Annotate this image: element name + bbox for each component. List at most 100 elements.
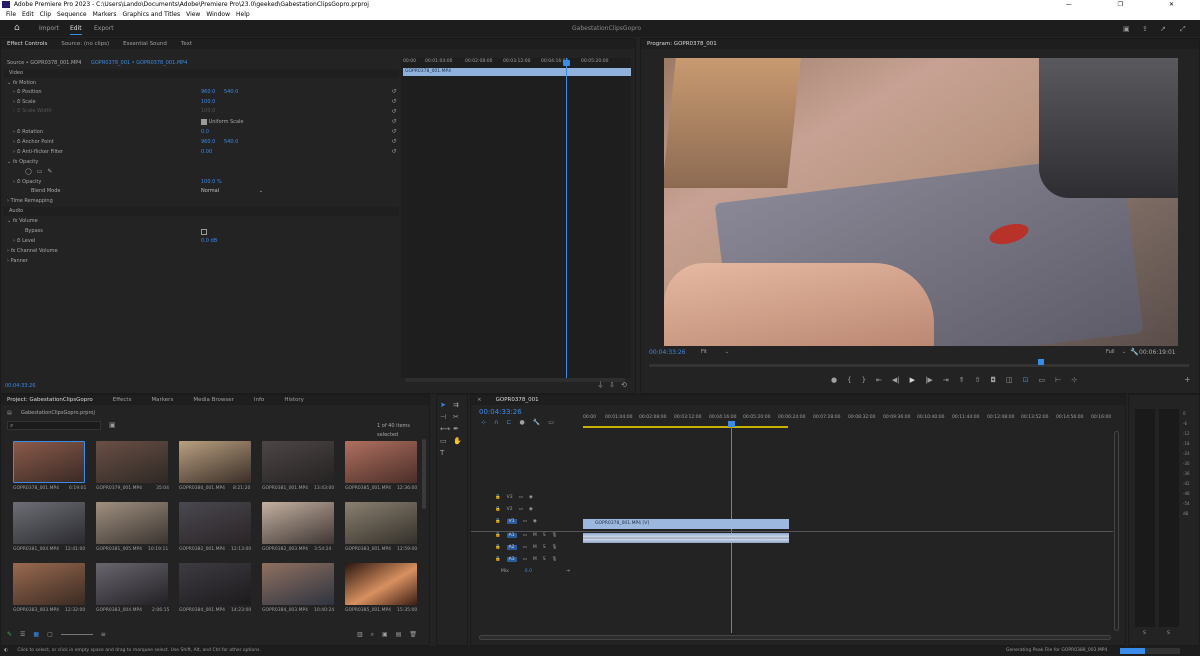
ec-current-time[interactable]: 00:04:33:26 <box>5 382 36 391</box>
go-to-in-icon[interactable]: ⇤ <box>876 376 882 384</box>
clip-thumbnail[interactable] <box>96 502 168 544</box>
ec-scroll[interactable] <box>405 378 625 382</box>
sync-icon[interactable]: ▭ <box>523 557 527 562</box>
clip-thumbnail[interactable] <box>345 502 417 544</box>
stopwatch-icon[interactable]: › ⏱ <box>13 129 22 135</box>
pen-mask-icon[interactable]: ✎ <box>47 168 57 175</box>
mark-in-icon[interactable]: { <box>847 376 851 384</box>
tab-markers[interactable]: Markers <box>151 395 173 405</box>
clip-thumbnail[interactable] <box>13 563 85 605</box>
work-area-bar[interactable] <box>583 426 788 428</box>
track-v2[interactable]: 🔒 V2 ▭ ◉ <box>495 507 533 512</box>
play-icon[interactable]: ▶ <box>910 376 915 384</box>
rectangle-icon[interactable]: ▭ <box>440 437 453 445</box>
pencil-icon[interactable]: ✎ <box>7 631 12 638</box>
reset-icon[interactable]: ↺ <box>390 88 398 98</box>
share-icon[interactable]: ⇪ <box>1142 25 1148 33</box>
quick-export-icon[interactable]: ↗ <box>1160 25 1166 33</box>
menu-window[interactable]: Window <box>206 11 230 18</box>
track-a3[interactable]: 🔒 A3 ▭ M S 🎙 <box>495 557 557 562</box>
antiflicker-value[interactable]: 0.00 <box>201 148 212 157</box>
track-v3[interactable]: 🔒 V3 ▭ ◉ <box>495 495 533 500</box>
mic-icon[interactable]: 🎙 <box>552 557 558 562</box>
wrench-icon[interactable]: 🔧 <box>1130 348 1139 356</box>
position-x[interactable]: 960.0 <box>201 88 215 97</box>
settings-wrench-icon[interactable]: 🔧 <box>533 419 540 426</box>
selection-tool-icon[interactable]: ➤ <box>440 401 453 409</box>
tab-info[interactable]: Info <box>254 395 264 405</box>
list-view-icon[interactable]: ☰ <box>20 631 25 638</box>
minimize-button[interactable]: — <box>1066 1 1094 8</box>
type-tool-icon[interactable]: T <box>440 449 453 457</box>
zoom-slider[interactable] <box>60 631 93 635</box>
solo-button[interactable]: S <box>543 533 546 538</box>
tab-project[interactable]: Project: GabestationClipsGopro <box>7 395 93 405</box>
add-marker-icon[interactable]: ● <box>831 376 837 384</box>
menu-file[interactable]: File <box>6 11 16 18</box>
add-marker-icon[interactable]: ● <box>519 419 524 426</box>
mute-button[interactable]: M <box>533 557 537 562</box>
stopwatch-icon[interactable]: › ⏱ <box>13 89 22 95</box>
stopwatch-icon[interactable]: › ⏱ <box>13 139 22 145</box>
scale-value[interactable]: 100.0 <box>201 98 215 107</box>
tab-source[interactable]: Source: (no clips) <box>61 39 109 49</box>
project-search[interactable]: ⌕ <box>7 421 101 430</box>
fit-select[interactable]: Fit ⌄ <box>701 348 729 357</box>
maximize-button[interactable]: ❐ <box>1118 1 1145 8</box>
mute-button[interactable]: M <box>533 533 537 538</box>
menu-markers[interactable]: Markers <box>93 11 117 18</box>
menu-help[interactable]: Help <box>236 11 250 18</box>
eye-icon[interactable]: ◉ <box>533 519 537 524</box>
transmit-icon[interactable]: ⊹ <box>1071 376 1077 384</box>
clip-label[interactable]: GOPR0378_001 • GOPR0378_001.MP4 <box>91 59 187 68</box>
eye-icon[interactable]: ◉ <box>529 507 533 512</box>
reset-icon[interactable]: ↺ <box>390 108 398 118</box>
program-playhead-handle[interactable] <box>1038 359 1044 365</box>
new-item-icon[interactable]: ▤ <box>396 631 402 639</box>
clip-thumbnail[interactable] <box>179 563 251 605</box>
track-a1[interactable]: 🔒 A1 ▭ M S 🎙 <box>495 533 557 538</box>
slip-icon[interactable]: ⟷ <box>440 425 453 433</box>
sync-icon[interactable]: ▭ <box>523 519 527 524</box>
menu-view[interactable]: View <box>186 11 200 18</box>
home-icon[interactable]: ⌂ <box>14 24 20 33</box>
ec-clip-bar[interactable]: GOPR0378_001.MP4 <box>403 68 631 76</box>
lift-icon[interactable]: ⇑ <box>959 376 965 384</box>
timeline-h-scroll[interactable] <box>479 635 1111 640</box>
meter-solo-left[interactable]: S <box>1143 631 1146 636</box>
mark-out-icon[interactable]: } <box>862 376 866 384</box>
mute-button[interactable]: M <box>533 545 537 550</box>
lock-icon[interactable]: 🔒 <box>495 507 501 512</box>
filter-icon[interactable]: ⏚ <box>597 381 604 389</box>
go-to-end-icon[interactable]: ⇥ <box>566 569 570 574</box>
icon-view-icon[interactable]: ▦ <box>33 631 39 638</box>
timeline-timecode[interactable]: 00:04:33:26 <box>479 408 522 417</box>
stopwatch-icon[interactable]: › ⏱ <box>13 99 22 105</box>
tab-sequence[interactable]: GOPR0378_001 <box>496 395 539 405</box>
freeform-view-icon[interactable]: ▢ <box>47 631 53 638</box>
reset-icon[interactable]: ↺ <box>390 148 398 158</box>
find-icon[interactable]: ⌕ <box>371 631 374 639</box>
multicam-icon[interactable]: ⊢ <box>1055 376 1061 384</box>
video-clip[interactable]: GOPR0378_001.MP4 [V] <box>583 519 789 529</box>
stopwatch-icon[interactable]: › ⏱ <box>13 238 22 244</box>
lock-icon[interactable]: 🔒 <box>495 519 501 524</box>
step-forward-icon[interactable]: |▶ <box>925 376 933 384</box>
loop-icon[interactable]: ⟲ <box>621 381 627 389</box>
sync-icon[interactable]: ▭ <box>519 495 523 500</box>
timeline-playhead-handle[interactable] <box>728 421 735 427</box>
lock-icon[interactable]: 🔒 <box>495 545 501 550</box>
clip-thumbnail[interactable] <box>262 441 334 483</box>
blend-select[interactable]: Normal ⌄ <box>201 187 263 196</box>
reset-icon[interactable]: ↺ <box>390 118 398 128</box>
program-frame[interactable] <box>664 58 1178 346</box>
new-bin-icon[interactable]: ▣ <box>382 631 388 639</box>
tab-export[interactable]: Export <box>94 25 114 32</box>
ec-playhead[interactable] <box>566 58 567 378</box>
safe-margins-icon[interactable]: ⊡ <box>1023 376 1029 384</box>
channel-volume-row[interactable]: › fx Channel Volume <box>7 247 58 256</box>
quality-select[interactable]: Full ⌄ <box>1106 348 1126 357</box>
track-select-icon[interactable]: ⇉ <box>453 401 466 409</box>
go-to-out-icon[interactable]: ⇥ <box>943 376 949 384</box>
bypass-checkbox[interactable] <box>201 229 207 235</box>
